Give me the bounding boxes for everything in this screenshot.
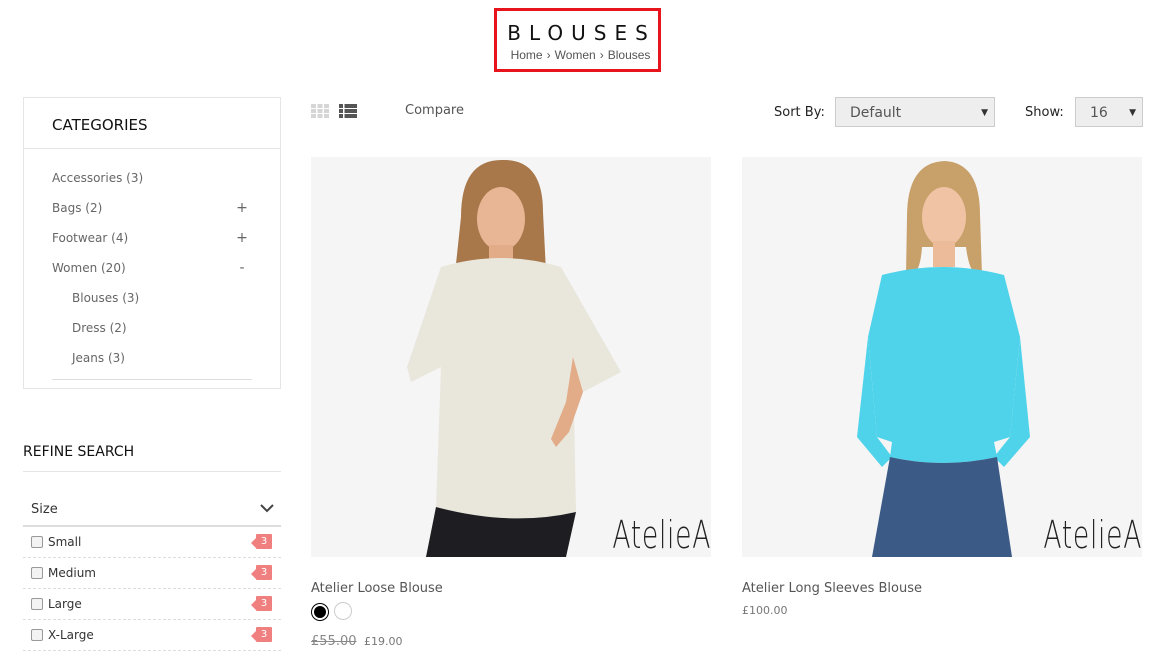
categories-list: Accessories (3) Bags (2) + Footwear (4) …: [24, 149, 280, 373]
size-filter-label: Size: [31, 502, 58, 517]
count-badge: 3: [251, 627, 272, 642]
checkbox[interactable]: [31, 598, 43, 610]
checkbox[interactable]: [31, 567, 43, 579]
collapse-icon[interactable]: -: [232, 253, 252, 283]
dropdown-arrow-icon: ▼: [1129, 108, 1136, 118]
category-footwear[interactable]: Footwear (4) +: [52, 223, 252, 253]
breadcrumb-blouses: Blouses: [607, 48, 651, 62]
size-option-x-large[interactable]: X-Large 3: [23, 620, 281, 651]
category-label[interactable]: Blouses (3): [72, 291, 139, 305]
category-label[interactable]: Accessories (3): [52, 171, 143, 185]
category-label[interactable]: Dress (2): [72, 321, 127, 335]
size-filter-header[interactable]: Size: [23, 490, 281, 527]
category-label[interactable]: Bags (2): [52, 201, 102, 215]
option-label: Small: [48, 535, 82, 549]
divider: [52, 379, 252, 380]
brand-logo: AtelieA: [1043, 513, 1142, 557]
category-label[interactable]: Footwear (4): [52, 231, 128, 245]
old-price: £55.00: [311, 634, 357, 649]
checkbox[interactable]: [31, 536, 43, 548]
product-image[interactable]: AtelieA: [311, 157, 711, 557]
categories-panel: CATEGORIES Accessories (3) Bags (2) + Fo…: [23, 97, 281, 389]
count-badge: 3: [251, 596, 272, 611]
model-photo-icon: [407, 159, 621, 557]
category-jeans[interactable]: Jeans (3): [52, 343, 252, 373]
page-title-box: BLOUSES Home › Women › Blouses: [494, 8, 661, 72]
product-price: £100.00: [742, 604, 1142, 617]
breadcrumb-separator: ›: [599, 48, 604, 62]
grid-view-icon[interactable]: [311, 104, 329, 118]
size-option-medium[interactable]: Medium 3: [23, 558, 281, 589]
option-label: Medium: [48, 566, 96, 580]
show-label: Show:: [1025, 105, 1064, 120]
product-card[interactable]: AtelieA Atelier Loose Blouse £55.00 £19.…: [311, 157, 711, 649]
product-name[interactable]: Atelier Loose Blouse: [311, 581, 711, 596]
category-blouses[interactable]: Blouses (3): [52, 283, 252, 313]
product-card[interactable]: AtelieA Atelier Long Sleeves Blouse £100…: [742, 157, 1142, 617]
price: £100.00: [742, 604, 788, 617]
count-badge: 3: [251, 534, 272, 549]
category-dress[interactable]: Dress (2): [52, 313, 252, 343]
category-bags[interactable]: Bags (2) +: [52, 193, 252, 223]
page-title: BLOUSES: [507, 21, 656, 45]
brand-logo: AtelieA: [612, 513, 711, 557]
show-count-select[interactable]: 16 ▼: [1075, 97, 1143, 127]
swatch-black[interactable]: [312, 604, 328, 620]
size-option-large[interactable]: Large 3: [23, 589, 281, 620]
swatch-white[interactable]: [334, 602, 353, 620]
sort-by-select[interactable]: Default ▼: [835, 97, 995, 127]
show-count-value: 16: [1090, 105, 1108, 121]
categories-heading: CATEGORIES: [24, 98, 280, 149]
category-label[interactable]: Jeans (3): [72, 351, 125, 365]
breadcrumb-women[interactable]: Women: [555, 48, 596, 62]
list-view-icon[interactable]: [339, 104, 357, 118]
color-swatches: [311, 602, 711, 622]
product-name[interactable]: Atelier Long Sleeves Blouse: [742, 581, 1142, 596]
category-label[interactable]: Women (20): [52, 261, 126, 275]
product-image[interactable]: AtelieA: [742, 157, 1142, 557]
sort-by-value: Default: [850, 105, 902, 121]
expand-icon[interactable]: +: [232, 193, 252, 223]
checkbox[interactable]: [31, 629, 43, 641]
product-price: £55.00 £19.00: [311, 634, 711, 649]
dropdown-arrow-icon: ▼: [981, 108, 988, 118]
refine-search: REFINE SEARCH Size Small 3 Medium 3 Larg…: [23, 444, 281, 651]
sort-by-label: Sort By:: [774, 105, 825, 120]
breadcrumb-separator: ›: [546, 48, 551, 62]
sale-price: £19.00: [364, 635, 403, 648]
count-badge: 3: [251, 565, 272, 580]
model-photo-icon: [857, 161, 1030, 557]
option-label: X-Large: [48, 628, 94, 642]
expand-icon[interactable]: +: [232, 223, 252, 253]
size-option-small[interactable]: Small 3: [23, 527, 281, 558]
chevron-down-icon[interactable]: [259, 500, 275, 516]
breadcrumb: Home › Women › Blouses: [497, 48, 658, 62]
compare-link[interactable]: Compare: [405, 103, 464, 118]
category-women[interactable]: Women (20) -: [52, 253, 252, 283]
refine-search-heading: REFINE SEARCH: [23, 444, 281, 472]
breadcrumb-home[interactable]: Home: [511, 48, 543, 62]
category-accessories[interactable]: Accessories (3): [52, 163, 252, 193]
option-label: Large: [48, 597, 82, 611]
